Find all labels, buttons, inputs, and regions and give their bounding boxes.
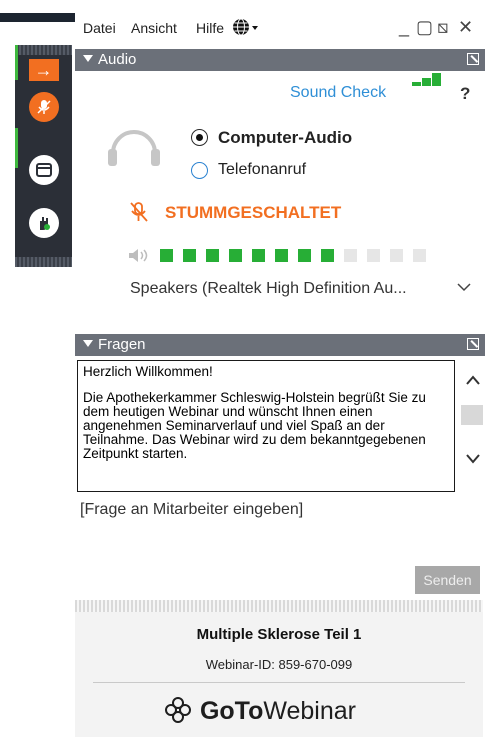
collapse-triangle-icon (83, 340, 93, 347)
question-input-placeholder: [Frage an Mitarbeiter eingeben] (80, 501, 304, 518)
volume-segment (390, 249, 403, 262)
gotowebinar-flower-icon (165, 697, 191, 723)
chevron-down-icon[interactable] (456, 280, 472, 294)
radio-computer-audio[interactable] (191, 129, 208, 146)
menu-bar: Datei Ansicht Hilfe _ ▢ ⧅ ✕ (75, 14, 485, 44)
webinar-id: Webinar-ID: 859-670-099 (205, 657, 353, 672)
microphone-muted-icon (130, 202, 148, 222)
volume-segment (298, 249, 311, 262)
volume-segment (229, 249, 242, 262)
organizer-message: Die Apothekerkammer Schleswig-Holstein b… (83, 390, 426, 461)
raise-hand-icon (28, 208, 59, 238)
send-button[interactable]: Senden (415, 566, 480, 594)
status-line (15, 128, 18, 168)
welcome-message: Herzlich Willkommen! (83, 364, 213, 379)
webinar-title: Multiple Sklerose Teil 1 (196, 626, 362, 643)
speaker-device-select[interactable]: Speakers (Realtek High Definition Au... (130, 280, 407, 298)
microphone-muted-icon (28, 92, 59, 122)
volume-segment (321, 249, 334, 262)
popout-button[interactable]: ⧅ (437, 17, 448, 38)
chevron-up-icon[interactable] (465, 374, 481, 386)
scrollbar-thumb[interactable] (461, 405, 483, 425)
microphone-button[interactable] (21, 89, 66, 125)
resize-divider[interactable] (75, 600, 483, 612)
option-computer-audio-label[interactable]: Computer-Audio (218, 128, 352, 148)
mute-status: STUMMGESCHALTET (165, 203, 342, 222)
radio-telephone[interactable] (191, 162, 208, 179)
volume-segment (344, 249, 357, 262)
popout-icon[interactable] (467, 338, 479, 350)
questions-scrollbar[interactable] (459, 360, 485, 492)
volume-segment (275, 249, 288, 262)
volume-segment (160, 249, 173, 262)
collapse-triangle-icon (83, 55, 93, 62)
close-button[interactable]: ✕ (458, 17, 473, 38)
brand-regular: Webinar (263, 697, 356, 725)
audio-panel-title: Audio (98, 51, 137, 68)
webinar-info: Multiple Sklerose Teil 1 Webinar-ID: 859… (75, 612, 483, 737)
minimize-button[interactable]: _ (399, 17, 409, 38)
menu-ansicht[interactable]: Ansicht (131, 20, 177, 36)
help-icon[interactable]: ? (460, 84, 470, 104)
status-line (15, 45, 18, 80)
menu-datei[interactable]: Datei (83, 20, 116, 36)
volume-segment (183, 249, 196, 262)
screen-button[interactable] (21, 152, 66, 188)
popout-icon[interactable] (467, 53, 479, 65)
restore-button[interactable]: ▢ (416, 17, 433, 38)
menu-hilfe[interactable]: Hilfe (196, 20, 224, 36)
headset-icon (108, 130, 160, 166)
top-left-strip (0, 0, 75, 36)
control-panel-sidebar: → (15, 45, 72, 267)
sound-check-link[interactable]: Sound Check (290, 84, 386, 102)
raise-hand-button[interactable] (21, 205, 66, 241)
volume-segment (252, 249, 265, 262)
arrow-right-icon: → (28, 59, 59, 81)
audio-panel-header[interactable]: Audio (75, 49, 485, 71)
questions-panel-header[interactable]: Fragen (75, 334, 485, 356)
language-menu[interactable] (231, 17, 261, 40)
footer-divider (93, 682, 465, 683)
questions-log: Herzlich Willkommen! Die Apothekerkammer… (77, 360, 455, 492)
option-telephone-label[interactable]: Telefonanruf (218, 161, 306, 179)
collapse-panel-button[interactable]: → (21, 58, 66, 82)
questions-panel-title: Fragen (98, 336, 146, 353)
volume-segment (413, 249, 426, 262)
chevron-down-icon[interactable] (465, 453, 481, 465)
window-icon (28, 155, 59, 185)
speaker-icon (129, 249, 148, 262)
brand-bold: GoTo (199, 697, 264, 725)
globe-icon (233, 18, 258, 36)
volume-segment (367, 249, 380, 262)
gotowebinar-logo: GoToWebinar (163, 695, 356, 726)
volume-segment (206, 249, 219, 262)
